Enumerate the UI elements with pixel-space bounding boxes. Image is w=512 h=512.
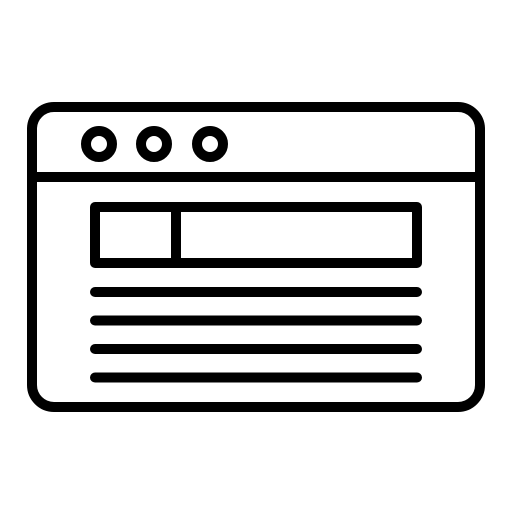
window-control-dot-icon bbox=[81, 126, 117, 162]
browser-window-icon bbox=[0, 0, 512, 512]
window-control-dot-icon bbox=[192, 126, 228, 162]
window-control-dot-icon bbox=[136, 126, 172, 162]
content-text-lines bbox=[90, 287, 422, 383]
address-bar bbox=[90, 202, 422, 268]
browser-window-svg bbox=[27, 102, 485, 412]
